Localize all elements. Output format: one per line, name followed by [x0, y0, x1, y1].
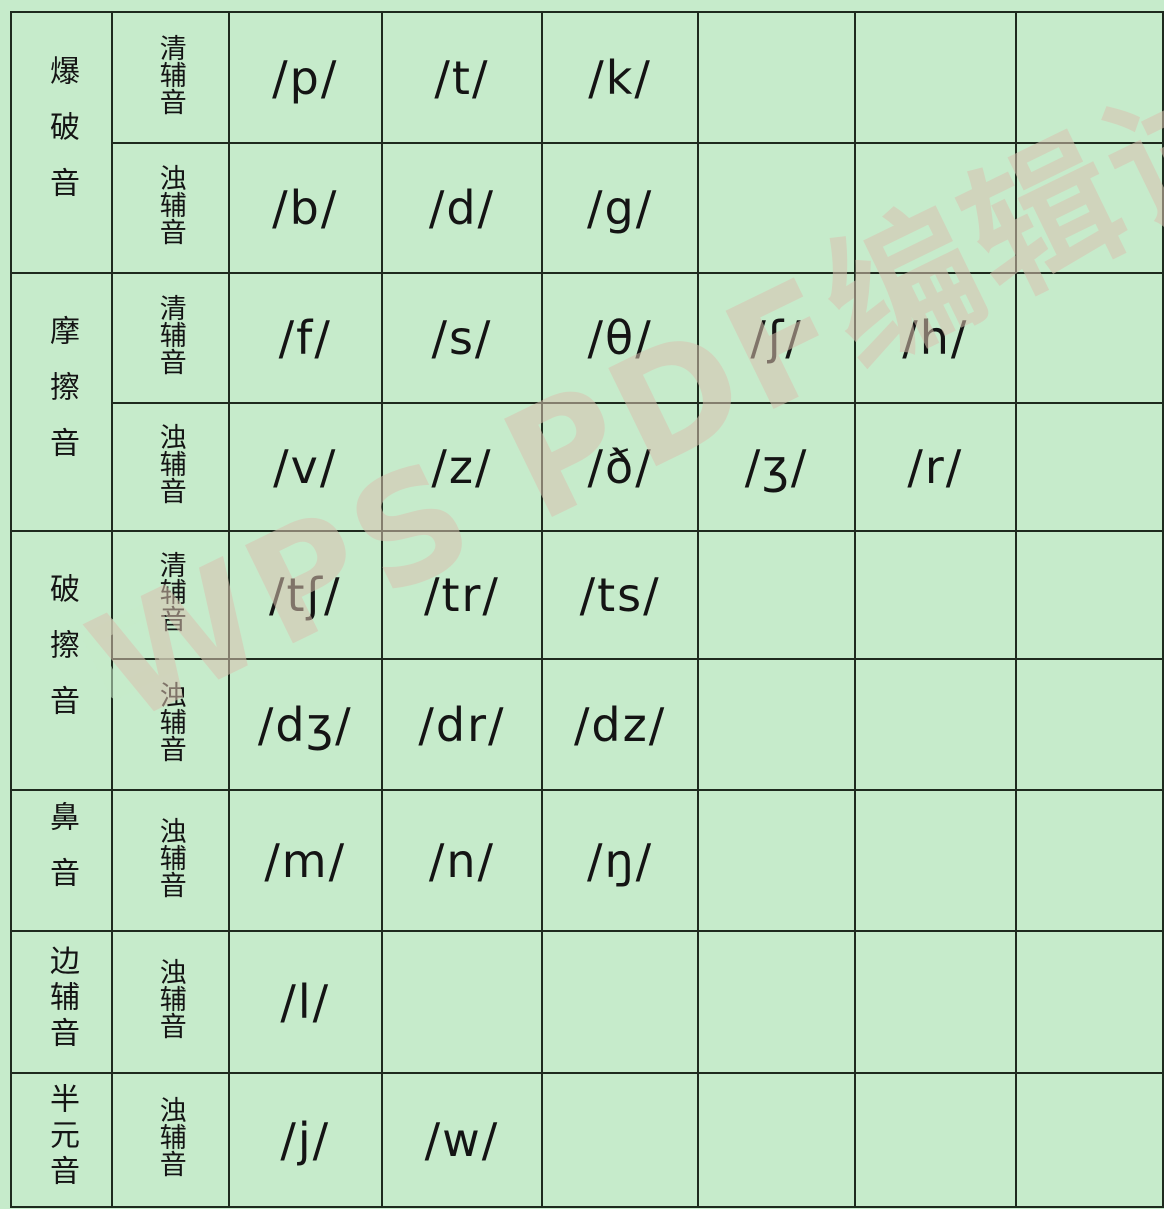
phoneme-cell [853, 142, 1017, 274]
phoneme-cell [697, 142, 856, 274]
phoneme-cell [1014, 658, 1164, 791]
phoneme-cell: /t/ [380, 11, 544, 144]
phoneme-cell: /ts/ [540, 530, 700, 660]
phoneme-cell: /s/ [380, 272, 544, 404]
phonetic-consonant-table: 爆破音 清辅音 /p/ /t/ /k/ 浊辅音 /b/ /d/ /g/ 摩擦音 … [10, 11, 1164, 1208]
subtype-voiced: 浊辅音 [111, 789, 230, 932]
subtype-voiceless: 清辅音 [111, 530, 230, 660]
phoneme-cell [697, 530, 856, 660]
phoneme-cell: /g/ [540, 142, 700, 274]
phoneme-cell: /j/ [227, 1072, 383, 1208]
phoneme-cell [697, 11, 856, 144]
phoneme-cell: /ʒ/ [697, 402, 856, 532]
subtype-voiced: 浊辅音 [111, 142, 230, 274]
phoneme-cell [540, 930, 700, 1074]
table-row: 摩擦音 清辅音 /f/ /s/ /θ/ /ʃ/ /h/ [10, 272, 1164, 532]
phoneme-cell [1014, 11, 1164, 144]
phoneme-cell [853, 658, 1017, 791]
phoneme-cell [1014, 142, 1164, 274]
phoneme-cell: /tr/ [380, 530, 544, 660]
subtype-voiced: 浊辅音 [111, 1072, 230, 1208]
phoneme-cell: /b/ [227, 142, 383, 274]
phoneme-cell: /k/ [540, 11, 700, 144]
phoneme-cell: /z/ [380, 402, 544, 532]
category-plosive: 爆破音 [10, 11, 113, 274]
phoneme-cell [697, 930, 856, 1074]
table-row: 鼻音 浊辅音 /m/ /n/ /ŋ/ [10, 789, 1164, 932]
subtype-voiceless: 清辅音 [111, 11, 230, 144]
category-lateral: 边辅音 [10, 930, 113, 1074]
phoneme-cell: /f/ [227, 272, 383, 404]
phoneme-cell: /m/ [227, 789, 383, 932]
phoneme-cell: /v/ [227, 402, 383, 532]
subtype-voiced: 浊辅音 [111, 930, 230, 1074]
phoneme-cell: /ŋ/ [540, 789, 700, 932]
phoneme-cell [1014, 402, 1164, 532]
subtype-voiced: 浊辅音 [111, 658, 230, 791]
phoneme-cell [853, 789, 1017, 932]
phoneme-cell: /dz/ [540, 658, 700, 791]
table-row: 浊辅音 /v/ /z/ /ð/ /ʒ/ /r/ [11, 402, 1164, 532]
phoneme-cell [1014, 530, 1164, 660]
phoneme-cell [853, 11, 1017, 144]
phoneme-cell [380, 930, 544, 1074]
category-fricative: 摩擦音 [10, 272, 113, 532]
phoneme-cell: /ð/ [540, 402, 700, 532]
table-row: 浊辅音 /b/ /d/ /g/ [11, 142, 1164, 274]
phoneme-cell [1014, 272, 1164, 404]
category-semivowel: 半元音 [10, 1072, 113, 1208]
phoneme-cell: /w/ [380, 1072, 544, 1208]
subtype-voiceless: 清辅音 [111, 272, 230, 404]
phoneme-cell [1014, 789, 1164, 932]
phoneme-cell: /dʒ/ [227, 658, 383, 791]
phoneme-cell [1014, 1072, 1164, 1208]
phoneme-cell: /ʃ/ [697, 272, 856, 404]
phoneme-cell: /r/ [853, 402, 1017, 532]
table-row: 破擦音 清辅音 /tʃ/ /tr/ /ts/ [10, 530, 1164, 791]
phoneme-cell: /dr/ [380, 658, 544, 791]
phoneme-cell [1014, 930, 1164, 1074]
category-affricate: 破擦音 [10, 530, 113, 791]
table-row: 边辅音 浊辅音 /l/ [10, 930, 1164, 1074]
phoneme-cell [697, 789, 856, 932]
phoneme-cell [853, 930, 1017, 1074]
phoneme-cell [853, 1072, 1017, 1208]
subtype-voiced: 浊辅音 [111, 402, 230, 532]
phoneme-cell: /θ/ [540, 272, 700, 404]
table-row: 爆破音 清辅音 /p/ /t/ /k/ [10, 11, 1164, 274]
phoneme-cell: /d/ [380, 142, 544, 274]
phoneme-cell [540, 1072, 700, 1208]
phoneme-cell [853, 530, 1017, 660]
table-row: 半元音 浊辅音 /j/ /w/ [10, 1072, 1164, 1208]
table-row: 浊辅音 /dʒ/ /dr/ /dz/ [11, 658, 1164, 791]
phoneme-cell [697, 658, 856, 791]
phoneme-cell: /l/ [227, 930, 383, 1074]
phoneme-cell: /h/ [853, 272, 1017, 404]
phoneme-cell: /tʃ/ [227, 530, 383, 660]
phoneme-cell: /p/ [227, 11, 383, 144]
phoneme-cell [697, 1072, 856, 1208]
category-nasal: 鼻音 [10, 789, 113, 932]
phoneme-cell: /n/ [380, 789, 544, 932]
